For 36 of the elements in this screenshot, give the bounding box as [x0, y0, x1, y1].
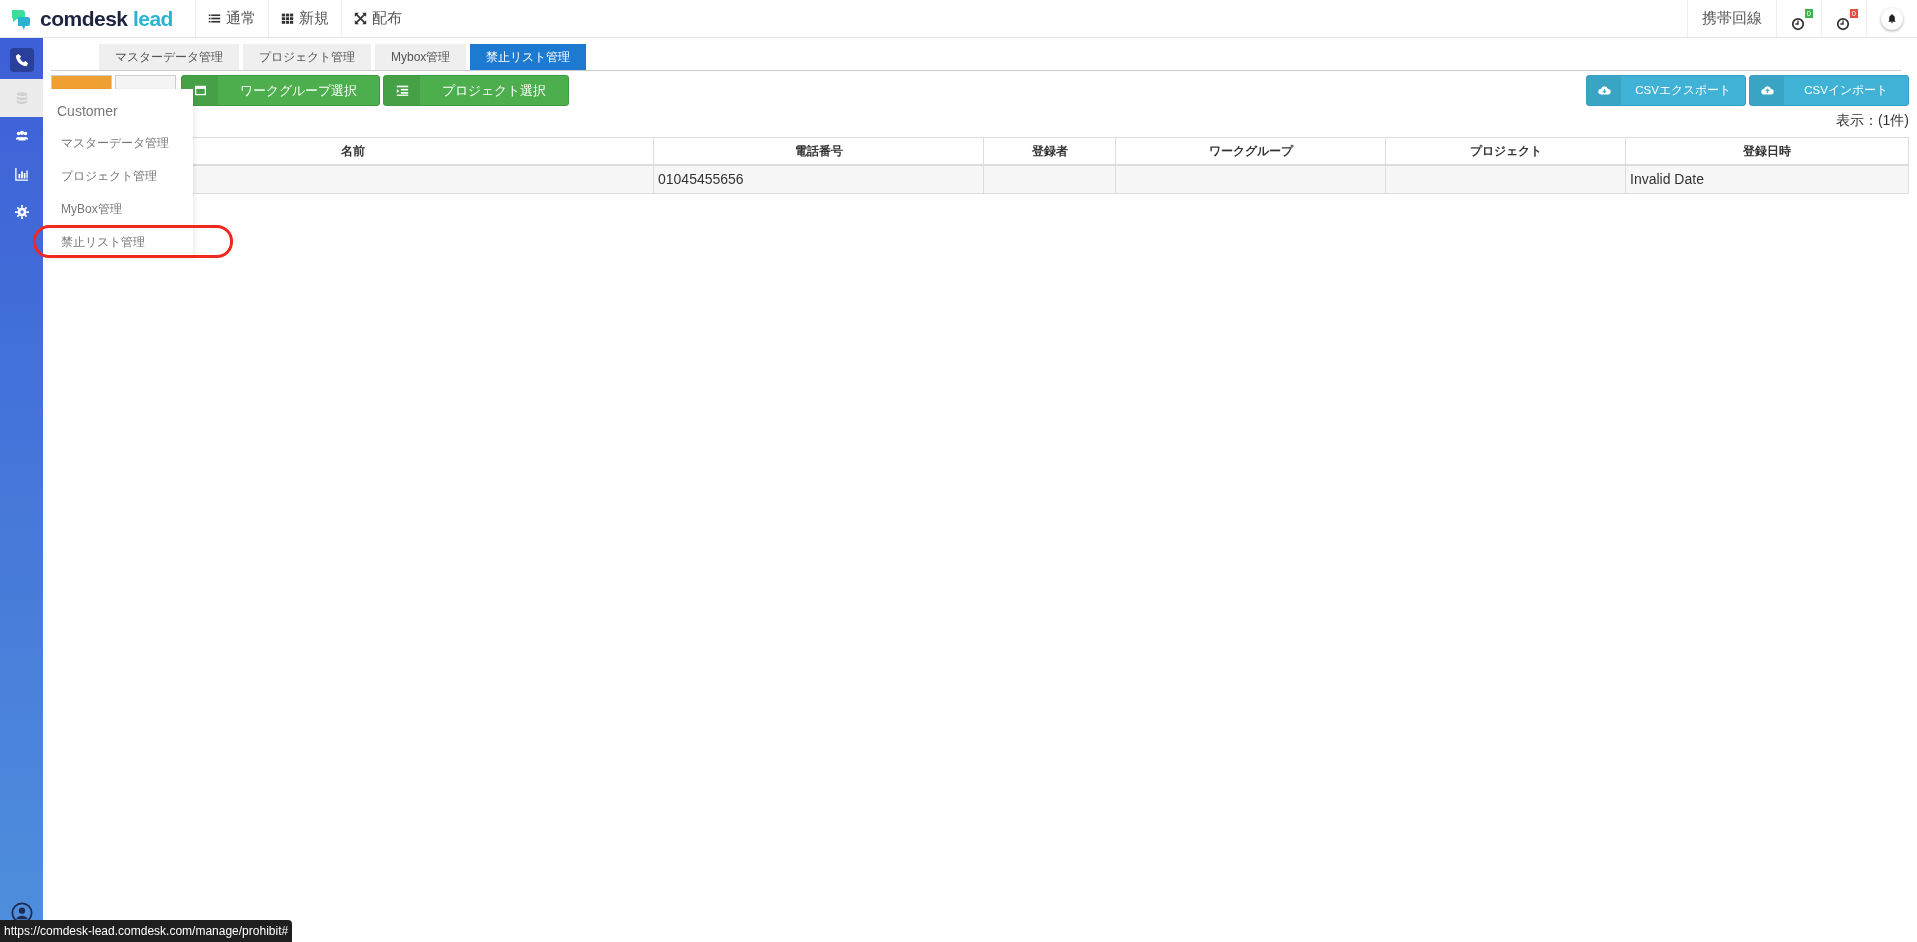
indent-list-icon [395, 84, 409, 97]
nav-link[interactable]: 通常 [195, 0, 268, 38]
notification-button[interactable] [1881, 7, 1903, 30]
clock-icon [1836, 17, 1850, 32]
table-cell: Invalid Date [1630, 171, 1704, 187]
record-count: 表示：(1件) [1835, 111, 1909, 130]
list-icon [208, 12, 221, 25]
cloud-upload-icon [1760, 84, 1774, 97]
bell-icon [1887, 13, 1897, 24]
grid-icon [281, 12, 294, 25]
phone-icon [14, 53, 29, 67]
bar-chart-icon [14, 167, 29, 181]
logo-text: comdesk lead [40, 5, 173, 32]
menu-item[interactable]: MyBox管理 [43, 192, 193, 225]
settings-icon [14, 205, 29, 219]
menu-item[interactable]: 禁止リスト管理 [33, 225, 233, 258]
tab[interactable]: 禁止リスト管理 [470, 44, 587, 70]
link-url-status: https://comdesk-lead.comdesk.com/manage/prohibit# [0, 920, 293, 942]
table-cell: 01045455656 [658, 171, 744, 187]
expand-arrows-icon [354, 12, 367, 25]
count-badge: 0 [1804, 8, 1813, 18]
cloud-download-icon [1597, 84, 1611, 97]
window-icon [193, 84, 207, 97]
phone-line-label: 携帯回線 [1702, 8, 1762, 29]
count-badge: 0 [1849, 8, 1858, 18]
users-icon [14, 129, 29, 143]
database-icon [14, 91, 29, 105]
menu-title: Customer [57, 102, 118, 120]
nav-link[interactable]: 新規 [268, 0, 341, 38]
select-button[interactable]: ワークグループ選択 [181, 75, 380, 106]
tab[interactable]: Mybox管理 [375, 44, 467, 70]
clock-icon [1791, 17, 1805, 32]
tab[interactable]: マスターデータ管理 [99, 44, 239, 70]
nav-link[interactable]: 配布 [341, 0, 414, 38]
select-button[interactable]: プロジェクト選択 [383, 75, 569, 106]
tab[interactable]: プロジェクト管理 [243, 44, 371, 70]
